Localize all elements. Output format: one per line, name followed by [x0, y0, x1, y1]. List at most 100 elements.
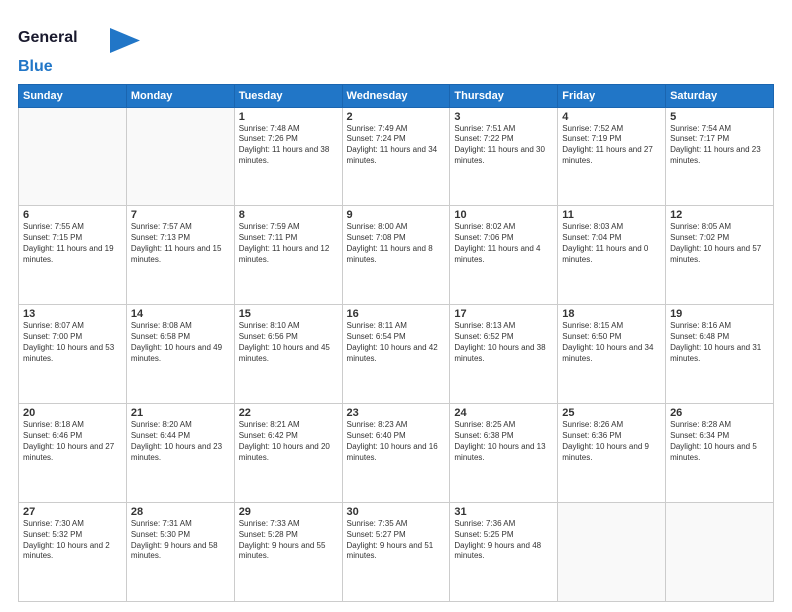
calendar-cell [19, 107, 127, 206]
day-info: Sunrise: 8:05 AMSunset: 7:02 PMDaylight:… [670, 222, 769, 265]
weekday-header-saturday: Saturday [666, 84, 774, 107]
calendar-cell: 5Sunrise: 7:54 AMSunset: 7:17 PMDaylight… [666, 107, 774, 206]
calendar-cell: 14Sunrise: 8:08 AMSunset: 6:58 PMDayligh… [126, 305, 234, 404]
day-info: Sunrise: 7:36 AMSunset: 5:25 PMDaylight:… [454, 519, 553, 562]
weekday-header-wednesday: Wednesday [342, 84, 450, 107]
day-number: 1 [239, 111, 338, 123]
day-number: 27 [23, 506, 122, 518]
day-number: 20 [23, 407, 122, 419]
day-number: 23 [347, 407, 446, 419]
week-row-5: 27Sunrise: 7:30 AMSunset: 5:32 PMDayligh… [19, 503, 774, 602]
day-info: Sunrise: 7:51 AMSunset: 7:22 PMDaylight:… [454, 124, 553, 167]
logo: General Blue [18, 18, 160, 76]
day-info: Sunrise: 8:10 AMSunset: 6:56 PMDaylight:… [239, 321, 338, 364]
calendar-cell: 20Sunrise: 8:18 AMSunset: 6:46 PMDayligh… [19, 404, 127, 503]
day-info: Sunrise: 8:23 AMSunset: 6:40 PMDaylight:… [347, 420, 446, 463]
weekday-header-row: SundayMondayTuesdayWednesdayThursdayFrid… [19, 84, 774, 107]
day-number: 15 [239, 308, 338, 320]
day-number: 13 [23, 308, 122, 320]
day-number: 11 [562, 209, 661, 221]
calendar-cell: 7Sunrise: 7:57 AMSunset: 7:13 PMDaylight… [126, 206, 234, 305]
day-info: Sunrise: 7:52 AMSunset: 7:19 PMDaylight:… [562, 124, 661, 167]
day-number: 2 [347, 111, 446, 123]
day-info: Sunrise: 8:02 AMSunset: 7:06 PMDaylight:… [454, 222, 553, 265]
calendar-cell: 12Sunrise: 8:05 AMSunset: 7:02 PMDayligh… [666, 206, 774, 305]
calendar-cell: 17Sunrise: 8:13 AMSunset: 6:52 PMDayligh… [450, 305, 558, 404]
day-number: 26 [670, 407, 769, 419]
day-number: 12 [670, 209, 769, 221]
header: General Blue [18, 18, 774, 76]
day-number: 10 [454, 209, 553, 221]
day-number: 28 [131, 506, 230, 518]
logo-blue: Blue [18, 58, 160, 76]
day-number: 30 [347, 506, 446, 518]
calendar-cell: 29Sunrise: 7:33 AMSunset: 5:28 PMDayligh… [234, 503, 342, 602]
page: General Blue SundayMondayTuesdayWednesda… [0, 0, 792, 612]
day-number: 18 [562, 308, 661, 320]
calendar-cell: 25Sunrise: 8:26 AMSunset: 6:36 PMDayligh… [558, 404, 666, 503]
calendar-cell: 16Sunrise: 8:11 AMSunset: 6:54 PMDayligh… [342, 305, 450, 404]
calendar-cell: 18Sunrise: 8:15 AMSunset: 6:50 PMDayligh… [558, 305, 666, 404]
day-number: 5 [670, 111, 769, 123]
calendar-table: SundayMondayTuesdayWednesdayThursdayFrid… [18, 84, 774, 602]
calendar-cell: 13Sunrise: 8:07 AMSunset: 7:00 PMDayligh… [19, 305, 127, 404]
day-number: 16 [347, 308, 446, 320]
day-info: Sunrise: 7:49 AMSunset: 7:24 PMDaylight:… [347, 124, 446, 167]
day-info: Sunrise: 8:08 AMSunset: 6:58 PMDaylight:… [131, 321, 230, 364]
calendar-cell: 28Sunrise: 7:31 AMSunset: 5:30 PMDayligh… [126, 503, 234, 602]
day-info: Sunrise: 7:31 AMSunset: 5:30 PMDaylight:… [131, 519, 230, 562]
calendar-cell: 11Sunrise: 8:03 AMSunset: 7:04 PMDayligh… [558, 206, 666, 305]
calendar-cell: 30Sunrise: 7:35 AMSunset: 5:27 PMDayligh… [342, 503, 450, 602]
day-number: 8 [239, 209, 338, 221]
calendar-cell: 21Sunrise: 8:20 AMSunset: 6:44 PMDayligh… [126, 404, 234, 503]
day-info: Sunrise: 8:21 AMSunset: 6:42 PMDaylight:… [239, 420, 338, 463]
day-number: 3 [454, 111, 553, 123]
day-number: 19 [670, 308, 769, 320]
calendar-cell: 8Sunrise: 7:59 AMSunset: 7:11 PMDaylight… [234, 206, 342, 305]
day-info: Sunrise: 7:54 AMSunset: 7:17 PMDaylight:… [670, 124, 769, 167]
day-info: Sunrise: 8:03 AMSunset: 7:04 PMDaylight:… [562, 222, 661, 265]
weekday-header-friday: Friday [558, 84, 666, 107]
calendar-cell: 9Sunrise: 8:00 AMSunset: 7:08 PMDaylight… [342, 206, 450, 305]
logo-general: General [18, 29, 78, 47]
calendar-cell: 24Sunrise: 8:25 AMSunset: 6:38 PMDayligh… [450, 404, 558, 503]
day-info: Sunrise: 7:59 AMSunset: 7:11 PMDaylight:… [239, 222, 338, 265]
day-info: Sunrise: 7:35 AMSunset: 5:27 PMDaylight:… [347, 519, 446, 562]
week-row-2: 6Sunrise: 7:55 AMSunset: 7:15 PMDaylight… [19, 206, 774, 305]
weekday-header-tuesday: Tuesday [234, 84, 342, 107]
weekday-header-sunday: Sunday [19, 84, 127, 107]
day-number: 4 [562, 111, 661, 123]
day-info: Sunrise: 8:07 AMSunset: 7:00 PMDaylight:… [23, 321, 122, 364]
calendar-cell: 23Sunrise: 8:23 AMSunset: 6:40 PMDayligh… [342, 404, 450, 503]
day-number: 17 [454, 308, 553, 320]
day-info: Sunrise: 8:11 AMSunset: 6:54 PMDaylight:… [347, 321, 446, 364]
logo-text: General Blue [18, 18, 160, 76]
logo-arrow-icon [80, 18, 160, 58]
week-row-1: 1Sunrise: 7:48 AMSunset: 7:26 PMDaylight… [19, 107, 774, 206]
day-info: Sunrise: 7:33 AMSunset: 5:28 PMDaylight:… [239, 519, 338, 562]
calendar-cell: 1Sunrise: 7:48 AMSunset: 7:26 PMDaylight… [234, 107, 342, 206]
day-number: 14 [131, 308, 230, 320]
day-info: Sunrise: 8:25 AMSunset: 6:38 PMDaylight:… [454, 420, 553, 463]
day-info: Sunrise: 8:00 AMSunset: 7:08 PMDaylight:… [347, 222, 446, 265]
calendar-cell: 4Sunrise: 7:52 AMSunset: 7:19 PMDaylight… [558, 107, 666, 206]
weekday-header-monday: Monday [126, 84, 234, 107]
calendar-cell: 27Sunrise: 7:30 AMSunset: 5:32 PMDayligh… [19, 503, 127, 602]
week-row-3: 13Sunrise: 8:07 AMSunset: 7:00 PMDayligh… [19, 305, 774, 404]
calendar-cell [558, 503, 666, 602]
day-number: 9 [347, 209, 446, 221]
day-info: Sunrise: 7:48 AMSunset: 7:26 PMDaylight:… [239, 124, 338, 167]
calendar-cell: 3Sunrise: 7:51 AMSunset: 7:22 PMDaylight… [450, 107, 558, 206]
day-number: 7 [131, 209, 230, 221]
day-info: Sunrise: 7:55 AMSunset: 7:15 PMDaylight:… [23, 222, 122, 265]
day-number: 29 [239, 506, 338, 518]
week-row-4: 20Sunrise: 8:18 AMSunset: 6:46 PMDayligh… [19, 404, 774, 503]
calendar-cell: 6Sunrise: 7:55 AMSunset: 7:15 PMDaylight… [19, 206, 127, 305]
day-number: 21 [131, 407, 230, 419]
day-info: Sunrise: 8:28 AMSunset: 6:34 PMDaylight:… [670, 420, 769, 463]
weekday-header-thursday: Thursday [450, 84, 558, 107]
calendar-cell: 2Sunrise: 7:49 AMSunset: 7:24 PMDaylight… [342, 107, 450, 206]
day-info: Sunrise: 7:57 AMSunset: 7:13 PMDaylight:… [131, 222, 230, 265]
day-number: 22 [239, 407, 338, 419]
calendar-cell: 15Sunrise: 8:10 AMSunset: 6:56 PMDayligh… [234, 305, 342, 404]
